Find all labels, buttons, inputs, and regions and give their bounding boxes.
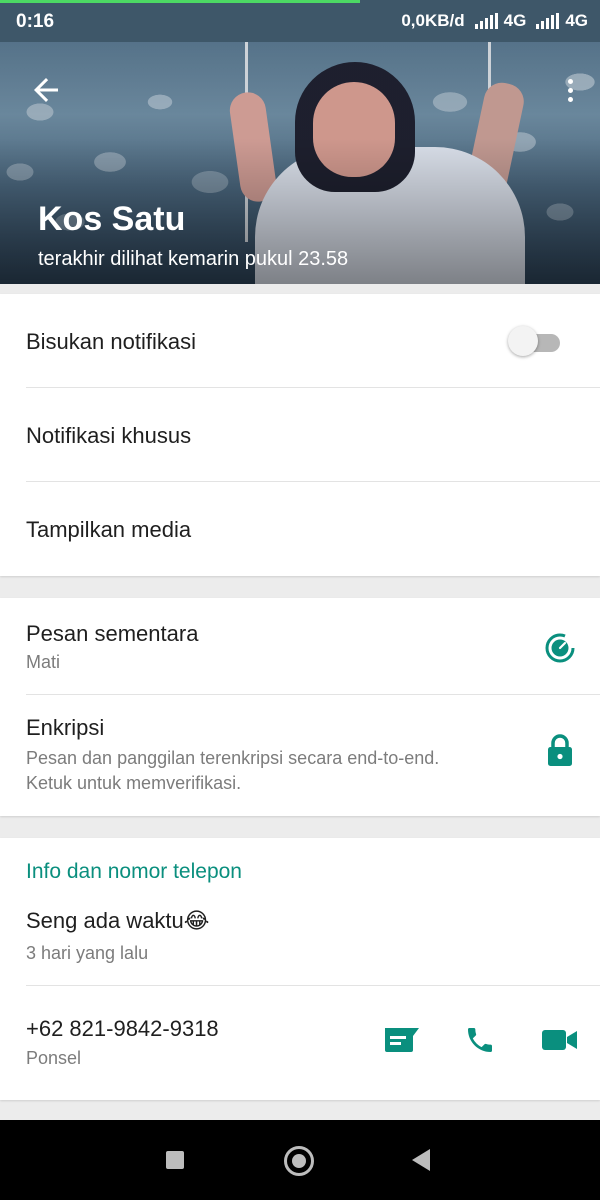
recent-apps-button[interactable]	[166, 1151, 184, 1169]
network-type-2: 4G	[565, 11, 588, 30]
encryption-description: Pesan dan panggilan terenkripsi secara e…	[26, 748, 440, 768]
notifications-card: Bisukan notifikasi Notifikasi khusus Tam…	[0, 294, 600, 576]
mute-notifications-row[interactable]: Bisukan notifikasi	[0, 294, 600, 388]
message-icon	[385, 1028, 419, 1052]
disappearing-messages-value: Mati	[26, 652, 61, 672]
system-navigation-bar	[0, 1120, 600, 1200]
mute-notifications-label: Bisukan notifikasi	[26, 329, 196, 354]
back-button[interactable]	[28, 72, 64, 108]
about-text: Seng ada waktu😂	[26, 908, 210, 933]
status-indicators: 0,0KB/d 4G 4G	[401, 11, 588, 31]
network-type-1: 4G	[503, 11, 527, 30]
custom-notifications-label: Notifikasi khusus	[26, 423, 192, 448]
show-media-row[interactable]: Tampilkan media	[0, 482, 600, 576]
home-button[interactable]	[284, 1146, 314, 1176]
phone-type: Ponsel	[26, 1048, 82, 1068]
more-vertical-icon	[567, 78, 573, 84]
show-media-label: Tampilkan media	[26, 517, 192, 542]
timer-icon	[545, 633, 575, 663]
encryption-row[interactable]: Enkripsi Pesan dan panggilan terenkripsi…	[0, 695, 600, 816]
phone-icon	[468, 1028, 492, 1052]
loading-progress-bar	[0, 0, 360, 3]
mute-toggle[interactable]	[508, 324, 562, 358]
video-call-button[interactable]	[542, 1028, 578, 1052]
info-card: Info dan nomor telepon Seng ada waktu😂 3…	[0, 838, 600, 1100]
system-back-button[interactable]	[412, 1149, 430, 1171]
security-card: Pesan sementara Mati Enkripsi Pesan dan …	[0, 598, 600, 816]
video-icon	[542, 1030, 577, 1050]
encryption-verify-hint: Ketuk untuk memverifikasi.	[26, 773, 242, 793]
signal-icon	[536, 13, 560, 29]
info-section-title: Info dan nomor telepon	[26, 860, 242, 883]
profile-header: Kos Satu terakhir dilihat kemarin pukul …	[0, 42, 600, 284]
signal-icon	[474, 13, 498, 29]
disappearing-messages-row[interactable]: Pesan sementara Mati	[0, 598, 600, 694]
status-bar: 0:16 0,0KB/d 4G 4G	[0, 0, 600, 42]
arrow-left-icon	[34, 78, 58, 102]
contact-name: Kos Satu	[38, 200, 186, 238]
encryption-label: Enkripsi	[26, 715, 105, 740]
about-row[interactable]: Seng ada waktu😂 3 hari yang lalu	[0, 892, 600, 986]
custom-notifications-row[interactable]: Notifikasi khusus	[0, 388, 600, 482]
about-date: 3 hari yang lalu	[26, 943, 149, 963]
status-time: 0:16	[16, 11, 55, 32]
last-seen: terakhir dilihat kemarin pukul 23.58	[38, 248, 349, 270]
disappearing-messages-label: Pesan sementara	[26, 621, 199, 646]
phone-number: +62 821-9842-9318	[26, 1016, 219, 1041]
more-options-button[interactable]	[562, 72, 578, 108]
lock-icon	[548, 734, 572, 766]
phone-row[interactable]: +62 821-9842-9318 Ponsel	[0, 986, 600, 1100]
network-speed: 0,0KB/d	[401, 11, 465, 30]
message-button[interactable]	[382, 1026, 420, 1056]
voice-call-button[interactable]	[464, 1024, 496, 1056]
